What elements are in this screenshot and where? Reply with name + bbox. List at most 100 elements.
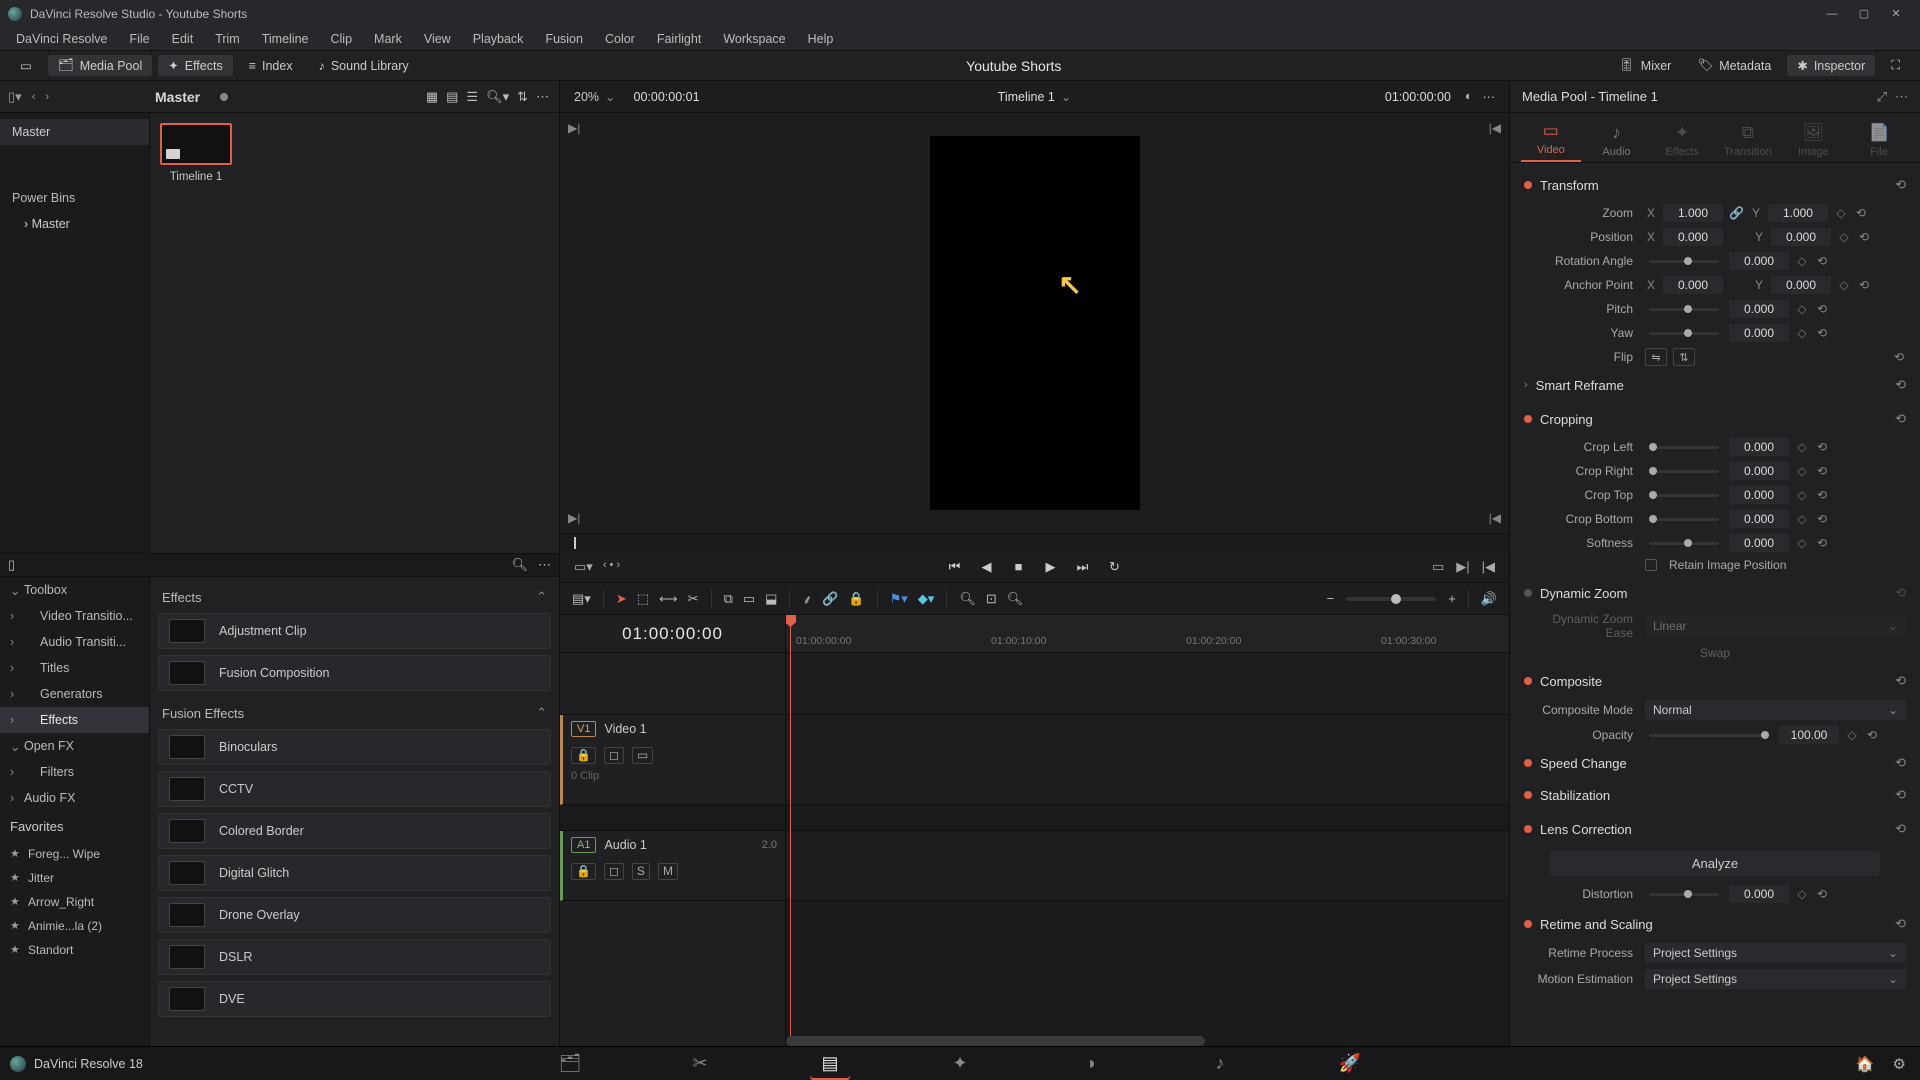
reset-icon[interactable]: ⟲: [1895, 673, 1906, 689]
fx-cat-generators[interactable]: Generators: [0, 681, 149, 707]
crop-right-slider[interactable]: [1649, 470, 1719, 473]
window-maximize-button[interactable]: [1848, 4, 1880, 24]
out-point-button[interactable]: |◀: [1482, 559, 1495, 575]
reset-icon[interactable]: ⟲: [1892, 350, 1906, 364]
page-edit[interactable]: ▤: [810, 1050, 850, 1078]
zoom-to-fit-button[interactable]: ⊡: [986, 591, 997, 607]
yaw-field[interactable]: 0.000: [1729, 324, 1789, 342]
viewer-tc-left[interactable]: 00:00:00:01: [634, 90, 700, 104]
tab-file[interactable]: 📄File: [1849, 123, 1909, 162]
link-toggle[interactable]: 🔗: [822, 591, 838, 607]
crop-bottom-field[interactable]: 0.000: [1729, 510, 1789, 528]
track-tag-v1[interactable]: V1: [571, 721, 596, 737]
next-edit-icon[interactable]: |◀: [1489, 121, 1501, 135]
search-icon[interactable]: 🔍︎▾: [486, 89, 509, 105]
section-transform[interactable]: Transform: [1540, 178, 1599, 193]
track-lock-icon[interactable]: 🔒: [571, 863, 596, 880]
section-dynamic-zoom[interactable]: Dynamic Zoom: [1540, 586, 1627, 601]
inspector-expand-icon[interactable]: ⤢: [1877, 89, 1887, 105]
sort-icon[interactable]: ⇅: [517, 89, 528, 105]
power-bin-master[interactable]: › Master: [0, 211, 149, 237]
menu-mark[interactable]: Mark: [364, 30, 412, 48]
timeline-zoom-slider[interactable]: [1346, 597, 1436, 601]
fx-cat-audio-transitions[interactable]: Audio Transiti...: [0, 629, 149, 655]
motion-estimation-select[interactable]: Project Settings⌄: [1645, 969, 1906, 989]
reset-icon[interactable]: ⟲: [1895, 755, 1906, 771]
power-bins-header[interactable]: Power Bins: [0, 185, 149, 211]
section-smart-reframe[interactable]: Smart Reframe: [1536, 378, 1624, 393]
keyframe-icon[interactable]: ◇: [1834, 206, 1848, 220]
audio-monitor-button[interactable]: 🔊: [1481, 591, 1497, 607]
prev-clip-nav[interactable]: ‹ • ›: [603, 559, 620, 575]
last-frame-icon[interactable]: |◀: [1489, 511, 1501, 525]
fx-cat-video-transitions[interactable]: Video Transitio...: [0, 603, 149, 629]
menu-help[interactable]: Help: [798, 30, 844, 48]
keyframe-icon[interactable]: ◇: [1795, 536, 1809, 550]
timeline-h-scrollbar[interactable]: [786, 1036, 1205, 1046]
composite-mode-select[interactable]: Normal⌄: [1645, 700, 1906, 720]
section-enabled-icon[interactable]: [1524, 415, 1532, 423]
yaw-slider[interactable]: [1649, 332, 1719, 335]
viewer-timeline-name[interactable]: Timeline 1: [998, 90, 1055, 104]
menu-timeline[interactable]: Timeline: [252, 30, 319, 48]
menu-edit[interactable]: Edit: [162, 30, 204, 48]
swap-button[interactable]: Swap: [1700, 646, 1730, 660]
favorite-item[interactable]: Foreg... Wipe: [0, 842, 149, 866]
zoom-in-button[interactable]: +: [1448, 591, 1456, 606]
effects-options-icon[interactable]: ⋯: [538, 557, 551, 573]
keyframe-icon[interactable]: ◇: [1845, 728, 1859, 742]
page-fairlight[interactable]: ♪: [1200, 1050, 1240, 1078]
keyframe-icon[interactable]: ◇: [1795, 440, 1809, 454]
menu-fairlight[interactable]: Fairlight: [647, 30, 711, 48]
project-settings-button[interactable]: ⚙: [1893, 1055, 1906, 1073]
section-speed-change[interactable]: Speed Change: [1540, 756, 1627, 771]
retime-process-select[interactable]: Project Settings⌄: [1645, 943, 1906, 963]
tab-audio[interactable]: ♪Audio: [1586, 123, 1646, 162]
section-lens-correction[interactable]: Lens Correction: [1540, 822, 1632, 837]
keyframe-icon[interactable]: ◇: [1795, 512, 1809, 526]
keyframe-icon[interactable]: ◇: [1795, 326, 1809, 340]
reset-icon[interactable]: ⟲: [1857, 230, 1871, 244]
media-pool-options-icon[interactable]: ⋯: [536, 89, 549, 105]
menu-workspace[interactable]: Workspace: [713, 30, 795, 48]
inspector-options-icon[interactable]: ⋯: [1895, 89, 1908, 105]
page-media[interactable]: 🗂: [550, 1050, 590, 1078]
section-enabled-icon[interactable]: [1524, 759, 1532, 767]
crop-top-field[interactable]: 0.000: [1729, 486, 1789, 504]
flag-button[interactable]: ⚑▾: [890, 591, 908, 607]
fx-item[interactable]: Colored Border: [158, 813, 551, 849]
collapse-icon[interactable]: ⌃: [536, 589, 547, 605]
menu-file[interactable]: File: [119, 30, 159, 48]
dynamic-trim-tool[interactable]: ⟷: [659, 591, 678, 607]
overwrite-clip-button[interactable]: ▭: [743, 591, 755, 607]
in-point-button[interactable]: ▶|: [1456, 559, 1469, 575]
section-enabled-icon[interactable]: [1524, 825, 1532, 833]
find-button[interactable]: 🔍︎: [959, 591, 976, 607]
crop-soft-slider[interactable]: [1649, 542, 1719, 545]
replace-clip-button[interactable]: ⬓: [765, 591, 777, 607]
reset-icon[interactable]: ⟲: [1895, 177, 1906, 193]
zoom-y-field[interactable]: 1.000: [1768, 204, 1828, 222]
window-close-button[interactable]: [1880, 4, 1912, 24]
collapse-icon[interactable]: ⌃: [536, 705, 547, 721]
trim-tool[interactable]: ⬚: [637, 591, 649, 607]
playhead[interactable]: [790, 615, 791, 1046]
marker-button[interactable]: ◆▾: [918, 591, 935, 607]
viewer-overlay-button[interactable]: ▭▾: [574, 559, 593, 575]
fx-item[interactable]: CCTV: [158, 771, 551, 807]
crop-left-field[interactable]: 0.000: [1729, 438, 1789, 456]
fx-item-fusion-composition[interactable]: Fusion Composition: [158, 655, 551, 691]
timeline-ruler[interactable]: 01:00:00:00 01:00:10:00 01:00:20:00 01:0…: [786, 615, 1509, 653]
crop-soft-field[interactable]: 0.000: [1729, 534, 1789, 552]
reset-icon[interactable]: ⟲: [1895, 377, 1906, 393]
reset-icon[interactable]: ⟲: [1895, 787, 1906, 803]
section-enabled-icon[interactable]: [1524, 181, 1532, 189]
expand-icon[interactable]: ›: [1524, 379, 1528, 391]
track-name-v1[interactable]: Video 1: [604, 722, 646, 736]
menu-color[interactable]: Color: [595, 30, 645, 48]
link-icon[interactable]: 🔗: [1729, 206, 1744, 220]
mixer-toggle[interactable]: 🎚Mixer: [1609, 55, 1681, 76]
insert-clip-button[interactable]: ⧉: [724, 591, 733, 607]
section-enabled-icon[interactable]: [1524, 791, 1532, 799]
timeline-view-options[interactable]: ▤▾: [572, 591, 591, 607]
